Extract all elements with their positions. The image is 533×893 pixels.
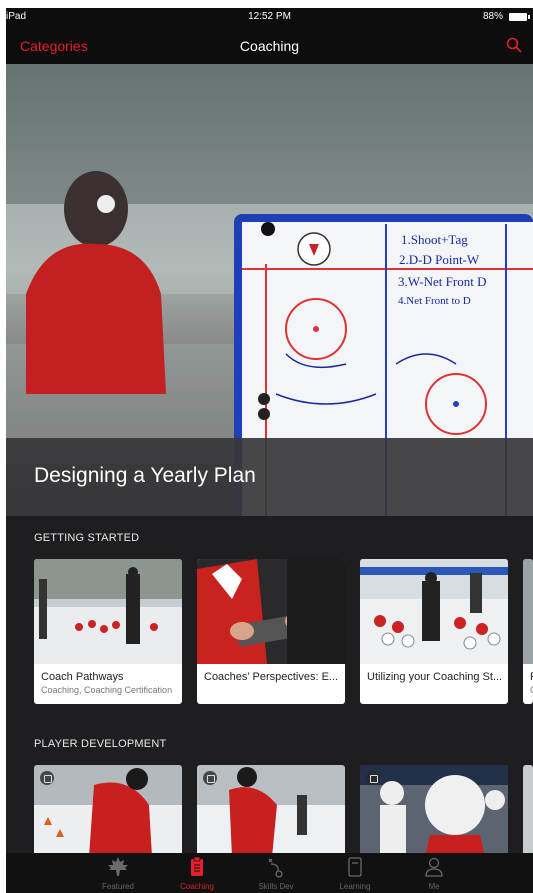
video-card[interactable] bbox=[34, 765, 182, 857]
card-thumbnail bbox=[34, 559, 182, 664]
video-card[interactable] bbox=[197, 765, 345, 857]
search-icon[interactable] bbox=[505, 36, 523, 54]
card-coaches-perspectives[interactable]: Coaches’ Perspectives: E... bbox=[197, 559, 345, 704]
book-icon bbox=[348, 857, 362, 877]
battery-percent: 88% bbox=[482, 11, 503, 22]
card-subtitle: Coaching, Coaching Certification bbox=[41, 685, 173, 695]
clock: 12:52 PM bbox=[248, 11, 291, 22]
tab-me[interactable]: Me bbox=[394, 853, 474, 893]
tab-skills-dev[interactable]: Skills Dev bbox=[236, 853, 316, 893]
card-thumbnail bbox=[360, 559, 508, 664]
tab-label: Featured bbox=[101, 882, 135, 891]
svg-text:2.D-D Point-W: 2.D-D Point-W bbox=[399, 252, 480, 267]
card-thumbnail bbox=[197, 559, 345, 664]
card-title: Coaches’ Perspectives: E... bbox=[204, 671, 339, 683]
video-icon bbox=[366, 771, 380, 785]
video-icon bbox=[40, 771, 54, 785]
play-diagram-icon bbox=[268, 858, 283, 878]
tab-bar: Featured Coaching Skills Dev Learning Me bbox=[6, 853, 533, 893]
section-title-getting-started: GETTING STARTED bbox=[34, 532, 140, 544]
video-card-partial[interactable] bbox=[523, 765, 533, 857]
tab-coaching[interactable]: Coaching bbox=[157, 853, 237, 893]
svg-text:1.Shoot+Tag: 1.Shoot+Tag bbox=[401, 232, 468, 247]
tab-label: Me bbox=[428, 882, 440, 891]
hero-title: Designing a Yearly Plan bbox=[34, 464, 256, 487]
person-icon bbox=[425, 857, 443, 877]
svg-text:4.Net Front to D: 4.Net Front to D bbox=[398, 295, 471, 307]
tab-label: Learning bbox=[339, 882, 371, 891]
card-coach-pathways[interactable]: Coach Pathways Coaching, Coaching Certif… bbox=[34, 559, 182, 704]
hero-banner[interactable]: 1.Shoot+Tag 2.D-D Point-W 3.W-Net Front … bbox=[6, 64, 533, 516]
video-card[interactable] bbox=[360, 765, 508, 857]
tab-learning[interactable]: Learning bbox=[315, 853, 395, 893]
navigation-bar: Categories Coaching bbox=[6, 28, 533, 64]
card-title: Utilizing your Coaching St... bbox=[367, 671, 503, 683]
svg-text:3.W-Net Front D: 3.W-Net Front D bbox=[398, 274, 486, 289]
app-screen: iPad 12:52 PM 88% Categories Coaching 1.… bbox=[6, 8, 533, 893]
tab-label: Coaching bbox=[180, 882, 214, 891]
card-utilizing-coaching-staff[interactable]: Utilizing your Coaching St... bbox=[360, 559, 508, 704]
battery-icon bbox=[509, 13, 530, 21]
card-title: Coach Pathways bbox=[41, 671, 124, 683]
tab-label: Skills Dev bbox=[258, 882, 294, 891]
card-thumbnail bbox=[523, 559, 533, 664]
section-title-player-development: PLAYER DEVELOPMENT bbox=[34, 738, 167, 750]
clipboard-icon bbox=[191, 856, 203, 876]
maple-leaf-icon bbox=[108, 857, 128, 876]
video-icon bbox=[203, 771, 217, 785]
card-partial[interactable]: P C bbox=[523, 559, 533, 704]
status-bar: iPad 12:52 PM 88% bbox=[6, 8, 533, 28]
tab-featured[interactable]: Featured bbox=[78, 853, 158, 893]
page-title: Coaching bbox=[239, 38, 300, 54]
